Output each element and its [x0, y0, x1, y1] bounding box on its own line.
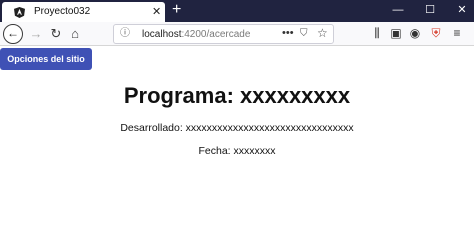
- tab-title: Proyecto032: [34, 6, 91, 17]
- new-tab-icon[interactable]: +: [172, 1, 181, 19]
- brave-shield-icon[interactable]: ⛨: [428, 26, 444, 41]
- address-bar[interactable]: ⓘ localhost:4200/acercade ••• ⛉ ☆: [113, 24, 334, 44]
- forward-icon[interactable]: →: [28, 25, 44, 42]
- browser-tab[interactable]: Proyecto032 ✕: [2, 2, 165, 22]
- close-window-icon[interactable]: ✕: [452, 2, 472, 18]
- minimize-icon[interactable]: —: [388, 2, 408, 18]
- tab-close-icon[interactable]: ✕: [152, 5, 161, 19]
- bookmark-star-icon[interactable]: ☆: [317, 26, 328, 41]
- site-options-button[interactable]: Opciones del sitio: [0, 48, 92, 70]
- home-icon[interactable]: ⌂: [67, 25, 83, 42]
- maximize-icon[interactable]: ☐: [420, 2, 440, 18]
- page-title: Programa: xxxxxxxxx: [123, 83, 351, 108]
- shield-icon[interactable]: ⛉: [300, 27, 308, 41]
- menu-icon[interactable]: ≡: [449, 26, 465, 41]
- back-icon[interactable]: ←: [3, 24, 23, 44]
- url-text[interactable]: localhost:4200/acercade: [142, 28, 250, 41]
- developer-text: Desarrollado: xxxxxxxxxxxxxxxxxxxxxxxxxx…: [120, 122, 354, 134]
- page-actions-icon[interactable]: •••: [282, 26, 294, 40]
- library-icon[interactable]: ⫼: [369, 26, 385, 41]
- account-icon[interactable]: ◉: [407, 26, 423, 41]
- sidebar-icon[interactable]: ▣: [388, 26, 404, 41]
- angular-icon: [14, 7, 25, 18]
- title-bar: Proyecto032 ✕ + — ☐ ✕: [0, 0, 474, 22]
- site-info-icon[interactable]: ⓘ: [120, 27, 130, 41]
- url-host: localhost: [142, 29, 182, 40]
- navigation-toolbar: ← → ↻ ⌂ ⓘ localhost:4200/acercade ••• ⛉ …: [0, 22, 474, 46]
- url-path: :4200/acercade: [181, 29, 251, 40]
- reload-icon[interactable]: ↻: [48, 25, 64, 42]
- date-text: Fecha: xxxxxxxx: [198, 145, 276, 157]
